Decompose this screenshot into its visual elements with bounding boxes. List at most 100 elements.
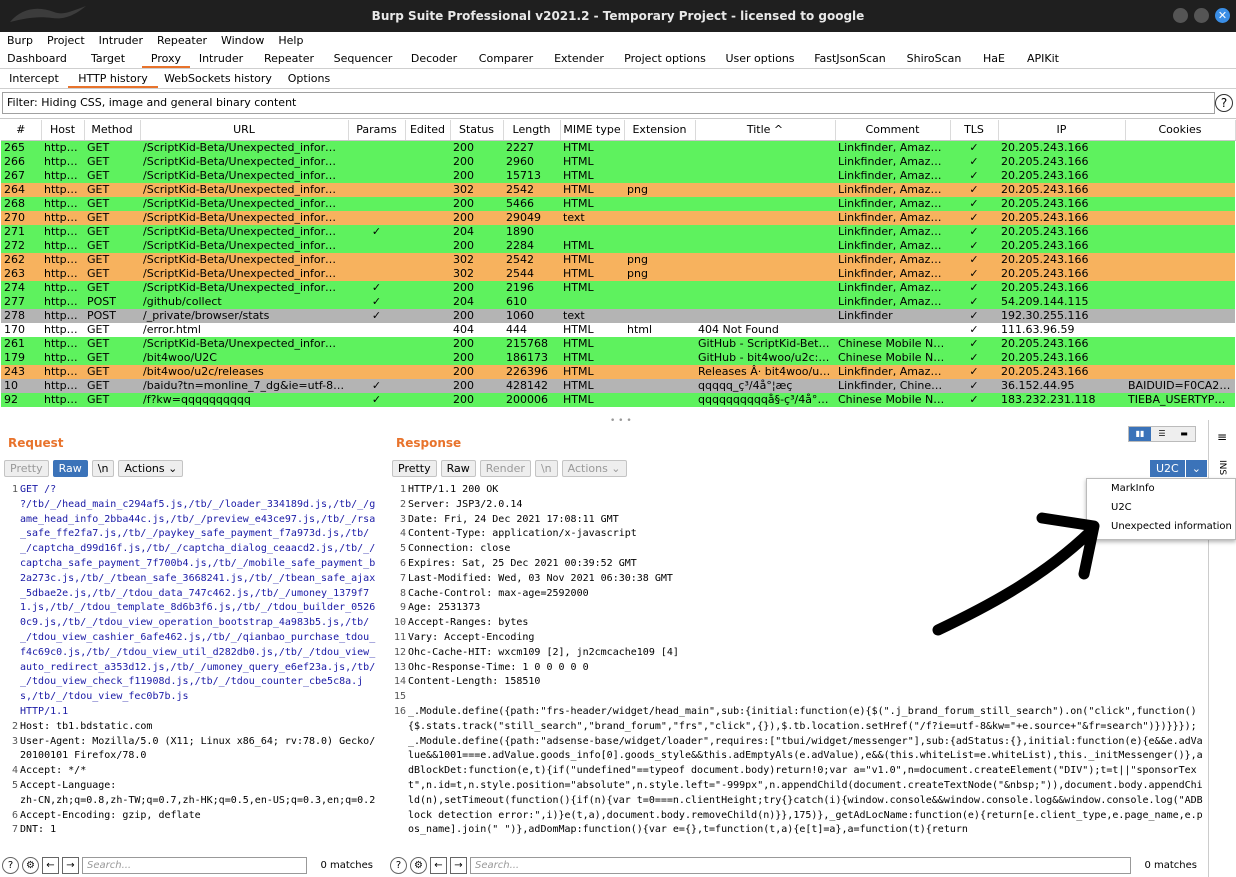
- tab-hae[interactable]: HaE: [972, 49, 1016, 68]
- cell-number: 277: [4, 294, 25, 308]
- menu-item-markinfo[interactable]: MarkInfo: [1087, 479, 1235, 498]
- split-vertical-icon[interactable]: ☰: [1151, 427, 1173, 441]
- tab-decoder[interactable]: Decoder: [400, 49, 468, 68]
- maximize-icon[interactable]: [1194, 8, 1209, 23]
- request-actions-button[interactable]: Actions ⌄: [118, 460, 184, 477]
- table-row[interactable]: 243 https:... GET/bit4woo/u2c/releases 200 2…: [1, 364, 1235, 379]
- splitter-handle[interactable]: • • •: [610, 416, 632, 426]
- inspector-menu-icon[interactable]: ≡: [1217, 430, 1227, 444]
- single-pane-icon[interactable]: ▬: [1173, 427, 1195, 441]
- response-raw-button[interactable]: Raw: [440, 460, 476, 477]
- col-title[interactable]: Title ^: [695, 120, 836, 141]
- cell-status: 200: [453, 168, 474, 182]
- menu-item-u2c[interactable]: U2C: [1087, 498, 1235, 517]
- arrow-left-icon[interactable]: ←: [42, 856, 59, 874]
- table-row[interactable]: 170 https:... GET/error.html 404 444 HTML html…: [1, 322, 1235, 337]
- tab-shiroscan[interactable]: ShiroScan: [896, 49, 972, 68]
- table-row[interactable]: 264 https:... GET/ScriptKid-Beta/Unexpecte…: [1, 182, 1235, 197]
- table-row[interactable]: 10 https:... GET/baidu?tn=monline_7_dg&ie=…: [1, 378, 1235, 393]
- gear-icon[interactable]: ⚙: [22, 856, 39, 874]
- arrow-left-icon[interactable]: ←: [430, 856, 447, 874]
- menu-item-unexpected-information[interactable]: Unexpected information: [1087, 517, 1235, 536]
- col-cookies[interactable]: Cookies: [1125, 120, 1236, 141]
- cell-length: 15713: [506, 168, 541, 182]
- tab-proxy[interactable]: Proxy: [142, 49, 190, 68]
- col-params[interactable]: Params: [348, 120, 406, 141]
- tab-intercept[interactable]: Intercept: [0, 69, 68, 88]
- inspector-tab[interactable]: INS: [1217, 460, 1227, 475]
- close-icon[interactable]: ✕: [1215, 8, 1230, 23]
- minimize-icon[interactable]: [1173, 8, 1188, 23]
- tab-fastjsonscan[interactable]: FastJsonScan: [804, 49, 896, 68]
- table-row[interactable]: 278 https:... POST /_private/browser/stats ✓…: [1, 308, 1235, 323]
- table-row[interactable]: 267 https:... GET/ScriptKid-Beta/Unexpecte…: [1, 168, 1235, 183]
- table-row[interactable]: 277 https:... POST/github/collect ✓ 204 610 Li…: [1, 294, 1235, 309]
- col-comment[interactable]: Comment: [835, 120, 951, 141]
- response-actions-button[interactable]: Actions ⌄: [561, 460, 627, 477]
- u2c-button[interactable]: U2C: [1150, 460, 1186, 477]
- table-row[interactable]: 263 https:... GET/ScriptKid-Beta/Unexpecte…: [1, 266, 1235, 281]
- filter-bar[interactable]: Filter: Hiding CSS, image and general bi…: [2, 92, 1215, 114]
- request-pretty-button[interactable]: Pretty: [4, 460, 49, 477]
- tab-target[interactable]: Target: [74, 49, 142, 68]
- table-row[interactable]: 265 https:... GET/ScriptKid-Beta/Unexpecte…: [1, 140, 1235, 155]
- table-row[interactable]: 261 https:... GET/ScriptKid-Beta/Unexpecte…: [1, 336, 1235, 351]
- col-url[interactable]: URL: [140, 120, 349, 141]
- table-row[interactable]: 271 https:... GET/ScriptKid-Beta/Unexpecte…: [1, 224, 1235, 239]
- tab-dashboard[interactable]: Dashboard: [0, 49, 74, 68]
- tab-websockets-history[interactable]: WebSockets history: [158, 69, 278, 88]
- col-mime-type[interactable]: MIME type: [560, 120, 625, 141]
- col-host[interactable]: Host: [41, 120, 85, 141]
- col-ip[interactable]: IP: [998, 120, 1126, 141]
- col-method[interactable]: Method: [84, 120, 141, 141]
- request-newline-button[interactable]: \n: [91, 460, 115, 477]
- col-length[interactable]: Length: [503, 120, 561, 141]
- tab-project-options[interactable]: Project options: [614, 49, 716, 68]
- menu-repeater[interactable]: Repeater: [150, 32, 214, 49]
- tab-comparer[interactable]: Comparer: [468, 49, 544, 68]
- menu-project[interactable]: Project: [40, 32, 92, 49]
- tab-repeater[interactable]: Repeater: [252, 49, 326, 68]
- help-icon[interactable]: ?: [390, 856, 407, 874]
- request-editor[interactable]: 1 GET /? ?/tb/_/head_main_c294af5.js,/tb/…: [4, 483, 379, 853]
- chevron-down-icon[interactable]: ⌄: [1185, 460, 1208, 477]
- tab-http-history[interactable]: HTTP history: [68, 69, 158, 88]
- cell-method: GET: [87, 350, 110, 364]
- tab-intruder[interactable]: Intruder: [190, 49, 252, 68]
- col-status[interactable]: Status: [450, 120, 504, 141]
- table-row[interactable]: 274 https:... GET/ScriptKid-Beta/Unexpecte…: [1, 280, 1235, 295]
- col-number[interactable]: #: [1, 120, 42, 141]
- table-row[interactable]: 268 https:... GET/ScriptKid-Beta/Unexpecte…: [1, 196, 1235, 211]
- response-pretty-button[interactable]: Pretty: [392, 460, 437, 477]
- arrow-right-icon[interactable]: →: [62, 856, 79, 874]
- gear-icon[interactable]: ⚙: [410, 856, 427, 874]
- response-newline-button[interactable]: \n: [534, 460, 558, 477]
- col-edited[interactable]: Edited: [405, 120, 451, 141]
- table-row[interactable]: 92 https:... GET/f?kw=qqqqqqqqqq ✓ 200 200006…: [1, 392, 1235, 407]
- arrow-right-icon[interactable]: →: [450, 856, 467, 874]
- table-row[interactable]: 266 https:... GET/ScriptKid-Beta/Unexpecte…: [1, 154, 1235, 169]
- menu-window[interactable]: Window: [214, 32, 271, 49]
- menu-help[interactable]: Help: [271, 32, 310, 49]
- tab-sequencer[interactable]: Sequencer: [326, 49, 400, 68]
- table-row[interactable]: 262 https:... GET/ScriptKid-Beta/Unexpecte…: [1, 252, 1235, 267]
- request-raw-button[interactable]: Raw: [52, 460, 88, 477]
- tab-options[interactable]: Options: [278, 69, 340, 88]
- help-icon[interactable]: ?: [2, 856, 19, 874]
- tab-apikit[interactable]: APIKit: [1016, 49, 1070, 68]
- help-icon[interactable]: ?: [1215, 94, 1233, 112]
- tab-extender[interactable]: Extender: [544, 49, 614, 68]
- table-row[interactable]: 179 https:... GET/bit4woo/U2C 200 186173 HTML…: [1, 350, 1235, 365]
- split-horizontal-icon[interactable]: ▮▮: [1129, 427, 1151, 441]
- menu-intruder[interactable]: Intruder: [92, 32, 150, 49]
- response-search-input[interactable]: Search...: [470, 856, 1132, 874]
- table-row[interactable]: 272 https:... GET/ScriptKid-Beta/Unexpecte…: [1, 238, 1235, 253]
- table-row[interactable]: 270 https:... GET/ScriptKid-Beta/Unexpecte…: [1, 210, 1235, 225]
- col-extension[interactable]: Extension: [624, 120, 696, 141]
- request-search-input[interactable]: Search...: [82, 856, 308, 874]
- tab-user-options[interactable]: User options: [716, 49, 804, 68]
- cell-ip: 183.232.231.118: [1001, 392, 1096, 406]
- col-tls[interactable]: TLS: [950, 120, 999, 141]
- menu-burp[interactable]: Burp: [0, 32, 40, 49]
- response-render-button[interactable]: Render: [479, 460, 531, 477]
